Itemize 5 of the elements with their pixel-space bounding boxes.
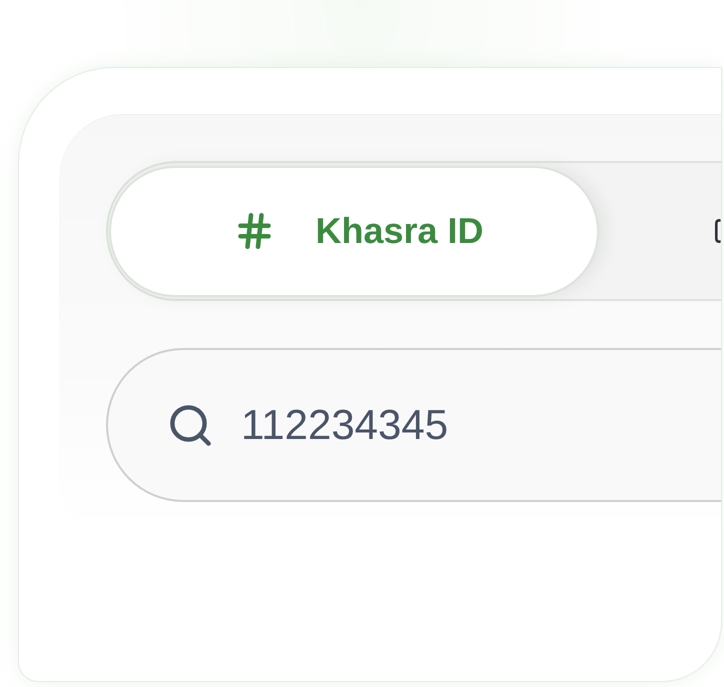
search-icon: [170, 404, 211, 446]
bracket-icon: [715, 219, 721, 243]
tab[interactable]: Khasra ID: [109, 166, 599, 296]
search-field[interactable]: 112234345: [106, 348, 721, 502]
hash-icon: [238, 213, 272, 249]
